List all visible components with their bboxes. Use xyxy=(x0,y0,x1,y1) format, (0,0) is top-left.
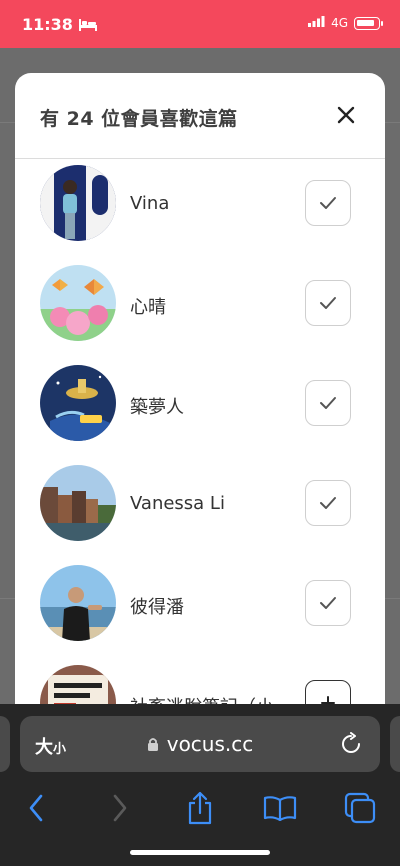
previous-tab-peek[interactable] xyxy=(0,716,10,772)
tabs-icon xyxy=(344,792,376,824)
tabs-button[interactable] xyxy=(340,788,380,828)
lock-icon xyxy=(147,737,158,751)
likes-modal: 有 24 位會員喜歡這篇 Vina 心晴 築夢人 Vanessa Li 彼得潘 xyxy=(15,73,385,713)
url-display[interactable]: vocus.cc xyxy=(20,732,380,756)
member-name[interactable]: 彼得潘 xyxy=(130,593,184,619)
check-icon xyxy=(320,497,336,509)
check-icon xyxy=(320,297,336,309)
close-icon xyxy=(337,106,355,124)
book-icon xyxy=(263,796,297,821)
status-indicators: 4G xyxy=(308,16,383,30)
list-item: 心晴 xyxy=(15,260,385,360)
list-item: Vanessa Li xyxy=(15,460,385,560)
chevron-right-icon xyxy=(113,794,127,822)
next-tab-peek[interactable] xyxy=(390,716,400,772)
back-button[interactable] xyxy=(16,788,56,828)
reload-button[interactable] xyxy=(340,732,362,760)
avatar[interactable] xyxy=(40,165,116,241)
browser-toolbar xyxy=(0,788,400,828)
clock: 11:38 xyxy=(22,15,73,34)
share-button[interactable] xyxy=(180,788,220,828)
following-button[interactable] xyxy=(305,480,351,526)
member-name[interactable]: 築夢人 xyxy=(130,393,184,419)
following-button[interactable] xyxy=(305,280,351,326)
signal-icon xyxy=(308,16,325,30)
reload-icon xyxy=(342,732,360,753)
member-name[interactable]: Vanessa Li xyxy=(130,493,225,514)
battery-icon xyxy=(354,16,383,30)
check-icon xyxy=(320,197,336,209)
modal-header: 有 24 位會員喜歡這篇 xyxy=(15,73,385,159)
avatar[interactable] xyxy=(40,465,116,541)
following-button[interactable] xyxy=(305,180,351,226)
member-name[interactable]: Vina xyxy=(130,193,169,214)
sleep-mode-icon xyxy=(78,18,97,31)
modal-title: 有 24 位會員喜歡這篇 xyxy=(40,108,238,130)
following-button[interactable] xyxy=(305,580,351,626)
close-button[interactable] xyxy=(335,104,357,126)
member-list: Vina 心晴 築夢人 Vanessa Li 彼得潘 xyxy=(15,160,385,713)
address-bar[interactable]: 大小 vocus.cc xyxy=(20,716,380,772)
share-icon xyxy=(188,791,212,825)
list-item: 彼得潘 xyxy=(15,560,385,660)
avatar[interactable] xyxy=(40,565,116,641)
network-label: 4G xyxy=(331,16,348,30)
check-icon xyxy=(320,397,336,409)
list-item: Vina xyxy=(15,160,385,260)
avatar[interactable] xyxy=(40,265,116,341)
home-indicator[interactable] xyxy=(130,850,270,855)
avatar[interactable] xyxy=(40,365,116,441)
following-button[interactable] xyxy=(305,380,351,426)
browser-bottom-bar: 大小 vocus.cc xyxy=(0,704,400,866)
bookmarks-button[interactable] xyxy=(260,788,300,828)
status-time-group: 11:38 xyxy=(22,15,97,34)
member-name[interactable]: 心晴 xyxy=(130,293,166,319)
list-item: 築夢人 xyxy=(15,360,385,460)
status-bar: 11:38 4G xyxy=(0,0,400,48)
check-icon xyxy=(320,597,336,609)
forward-button[interactable] xyxy=(100,788,140,828)
url-text: vocus.cc xyxy=(166,732,254,756)
chevron-left-icon xyxy=(29,794,43,822)
